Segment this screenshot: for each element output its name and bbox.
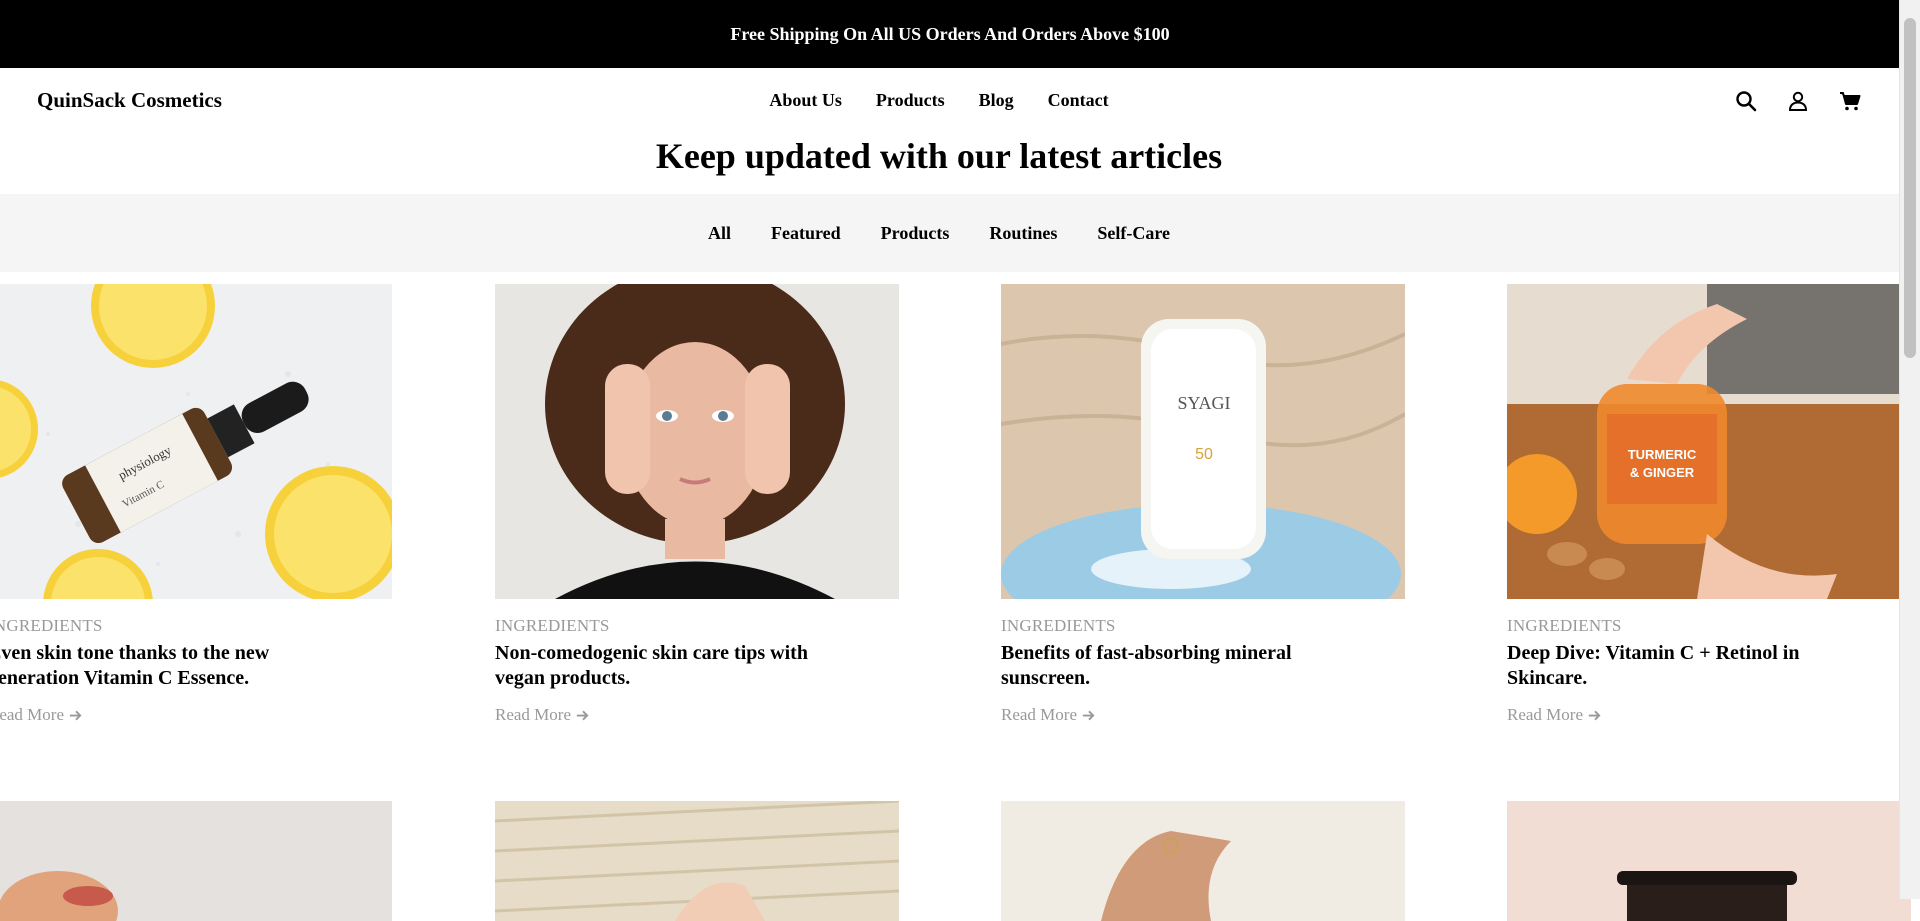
article-image[interactable] (1001, 801, 1405, 921)
article-title[interactable]: Even skin tone thanks to the new generat… (0, 641, 318, 691)
filter-self-care[interactable]: Self-Care (1097, 223, 1170, 244)
read-more-link[interactable]: Read More (1001, 705, 1405, 725)
arrow-right-icon (1588, 710, 1601, 720)
read-more-label: Read More (495, 705, 572, 724)
sunscreen-brand-text: SYAGI (1177, 393, 1230, 413)
read-more-link[interactable]: Read More (0, 705, 392, 725)
read-more-link[interactable]: Read More (1507, 705, 1911, 725)
nav-contact[interactable]: Contact (1048, 90, 1109, 111)
article-category: INGREDIENTS (1507, 616, 1622, 635)
article-image[interactable] (495, 801, 899, 921)
article-title[interactable]: Non-comedogenic skin care tips with vega… (495, 641, 825, 691)
scrollbar-thumb[interactable] (1904, 18, 1916, 358)
blog-filter-bar: All Featured Products Routines Self-Care (0, 194, 1900, 272)
site-header: QuinSack Cosmetics About Us Products Blo… (0, 68, 1900, 134)
article-image-sunscreen[interactable]: SYAGI 50 (1001, 284, 1405, 599)
article-title[interactable]: Deep Dive: Vitamin C + Retinol in Skinca… (1507, 641, 1837, 691)
article-category: INGREDIENTS (1001, 616, 1116, 635)
article-image-woman[interactable] (495, 284, 899, 599)
main-nav: About Us Products Blog Contact (0, 90, 1878, 111)
header-icons (1734, 89, 1862, 113)
jar-label-line-2: & GINGER (1630, 465, 1695, 480)
article-card[interactable]: INGREDIENTS Non-comedogenic skin care ti… (495, 284, 899, 725)
page-scrollbar[interactable] (1899, 0, 1920, 899)
sunscreen-spf-text: 50 (1195, 446, 1213, 463)
read-more-label: Read More (0, 705, 65, 724)
article-card[interactable]: physiology Vitamin C INGREDIENTS Even sk… (0, 284, 392, 725)
nav-blog[interactable]: Blog (979, 90, 1014, 111)
arrow-right-icon (576, 710, 589, 720)
read-more-link[interactable]: Read More (495, 705, 899, 725)
article-title[interactable]: Benefits of fast-absorbing mineral sunsc… (1001, 641, 1331, 691)
filter-all[interactable]: All (708, 223, 731, 244)
arrow-right-icon (69, 710, 82, 720)
cart-icon[interactable] (1838, 89, 1862, 113)
nav-products[interactable]: Products (876, 90, 945, 111)
filter-featured[interactable]: Featured (771, 223, 841, 244)
announcement-text: Free Shipping On All US Orders And Order… (730, 23, 1170, 44)
arrow-right-icon (1082, 710, 1095, 720)
article-card[interactable] (1507, 801, 1911, 921)
article-card[interactable] (1001, 801, 1405, 921)
article-image-gummies[interactable]: TURMERIC & GINGER (1507, 284, 1911, 599)
article-card[interactable]: TURMERIC & GINGER INGREDIENTS Deep Dive:… (1507, 284, 1911, 725)
article-category: INGREDIENTS (0, 616, 103, 635)
article-card[interactable]: SYAGI 50 INGREDIENTS Benefits of fast-ab… (1001, 284, 1405, 725)
filter-routines[interactable]: Routines (989, 223, 1057, 244)
read-more-label: Read More (1507, 705, 1584, 724)
article-image[interactable] (1507, 801, 1911, 921)
read-more-label: Read More (1001, 705, 1078, 724)
search-icon[interactable] (1734, 89, 1758, 113)
nav-about-us[interactable]: About Us (769, 90, 842, 111)
article-card[interactable] (495, 801, 899, 921)
article-category: INGREDIENTS (495, 616, 610, 635)
article-image[interactable] (0, 801, 392, 921)
announcement-bar: Free Shipping On All US Orders And Order… (0, 0, 1900, 68)
filter-products[interactable]: Products (881, 223, 950, 244)
account-icon[interactable] (1786, 89, 1810, 113)
jar-label-line-1: TURMERIC (1628, 447, 1697, 462)
page-title: Keep updated with our latest articles (655, 136, 1223, 176)
article-card[interactable] (0, 801, 392, 921)
article-image-serum[interactable]: physiology Vitamin C (0, 284, 392, 599)
